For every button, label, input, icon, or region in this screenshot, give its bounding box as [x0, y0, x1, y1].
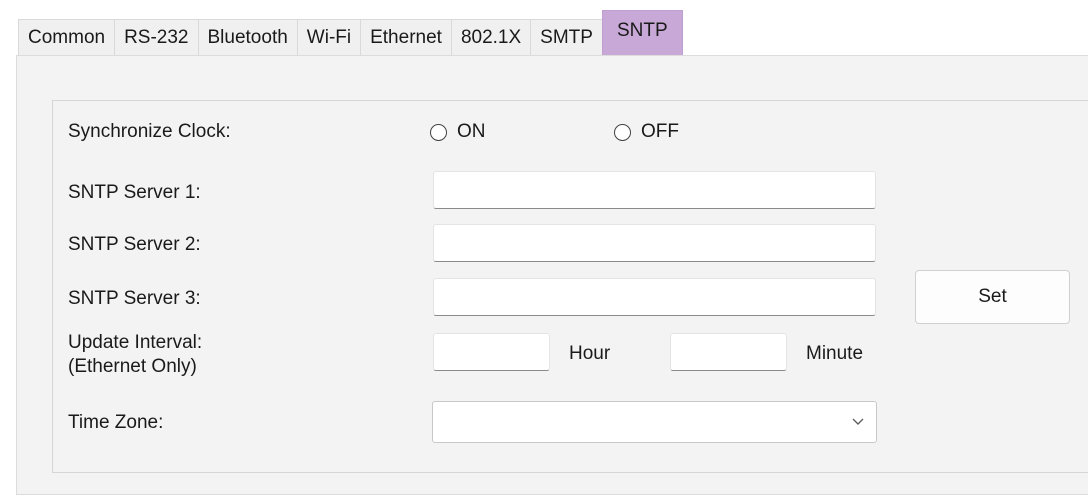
- sntp-server-3-label: SNTP Server 3:: [68, 288, 201, 309]
- chevron-down-icon: [852, 418, 864, 425]
- sntp-server-1-input[interactable]: [433, 171, 876, 209]
- minute-input[interactable]: [670, 333, 787, 371]
- radio-circle-icon: [614, 123, 631, 141]
- sntp-server-2-label: SNTP Server 2:: [68, 234, 201, 255]
- radio-off[interactable]: OFF: [614, 121, 679, 143]
- time-zone-label: Time Zone:: [68, 412, 164, 433]
- sync-clock-label: Synchronize Clock:: [68, 121, 231, 142]
- hour-input[interactable]: [433, 333, 550, 371]
- tab-sntp[interactable]: SNTP: [601, 10, 683, 56]
- radio-circle-icon: [430, 123, 447, 141]
- sntp-server-1-label: SNTP Server 1:: [68, 182, 201, 203]
- update-interval-sublabel: (Ethernet Only): [68, 356, 197, 377]
- tab-802-1x[interactable]: 802.1X: [450, 19, 532, 55]
- tab-ethernet[interactable]: Ethernet: [360, 19, 452, 55]
- sntp-server-2-input[interactable]: [433, 224, 876, 262]
- update-interval-label: Update Interval:: [68, 332, 203, 353]
- tab-smtp[interactable]: SMTP: [530, 19, 603, 55]
- radio-on-label: ON: [457, 121, 486, 142]
- radio-on[interactable]: ON: [430, 121, 486, 143]
- minute-label: Minute: [806, 343, 864, 364]
- radio-off-label: OFF: [641, 121, 679, 142]
- tab-common[interactable]: Common: [18, 19, 116, 55]
- tab-bluetooth[interactable]: Bluetooth: [197, 19, 298, 55]
- set-button[interactable]: Set: [915, 270, 1070, 324]
- sntp-server-3-input[interactable]: [433, 278, 876, 316]
- tab-rs-232[interactable]: RS-232: [114, 19, 199, 55]
- tab-bar: Common RS-232 Bluetooth Wi-Fi Ethernet 8…: [18, 10, 683, 56]
- hour-label: Hour: [569, 343, 611, 364]
- tab-wi-fi[interactable]: Wi-Fi: [296, 19, 362, 55]
- time-zone-select[interactable]: [432, 401, 877, 443]
